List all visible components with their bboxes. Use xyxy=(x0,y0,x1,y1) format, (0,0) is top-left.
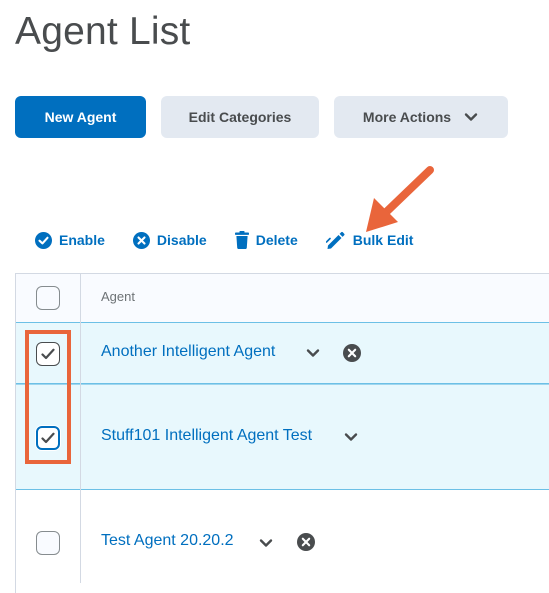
row-checkbox[interactable] xyxy=(36,531,60,555)
column-header-agent: Agent xyxy=(101,289,135,304)
chevron-down-icon xyxy=(464,113,478,121)
edit-categories-button[interactable]: Edit Categories xyxy=(161,96,319,138)
delete-label: Delete xyxy=(255,232,298,248)
check-icon xyxy=(41,348,55,360)
new-agent-button[interactable]: New Agent xyxy=(15,96,146,138)
table-row xyxy=(16,322,549,384)
page-title: Agent List xyxy=(15,10,191,53)
disable-action[interactable]: Disable xyxy=(132,231,207,249)
chevron-down-icon[interactable] xyxy=(258,535,274,551)
select-all-checkbox[interactable] xyxy=(36,286,60,310)
agent-link[interactable]: Another Intelligent Agent xyxy=(101,343,275,361)
check-icon xyxy=(41,432,55,444)
enable-action[interactable]: Enable xyxy=(35,231,105,249)
bulk-edit-action[interactable]: Bulk Edit xyxy=(325,231,414,249)
table-column-divider xyxy=(80,273,81,583)
chevron-down-icon[interactable] xyxy=(305,345,321,361)
check-circle-icon xyxy=(35,231,52,249)
agent-link[interactable]: Test Agent 20.20.2 xyxy=(101,532,234,550)
annotation-arrow xyxy=(366,166,434,232)
more-actions-button[interactable]: More Actions xyxy=(334,96,508,138)
x-circle-icon[interactable] xyxy=(297,533,315,551)
table-row xyxy=(16,491,549,578)
enable-label: Enable xyxy=(59,232,105,248)
chevron-down-icon[interactable] xyxy=(343,429,359,445)
agent-link[interactable]: Stuff101 Intelligent Agent Test xyxy=(101,427,312,445)
bulk-edit-label: Bulk Edit xyxy=(352,232,414,248)
trash-icon xyxy=(234,231,249,249)
pencil-edit-icon xyxy=(325,231,345,249)
row-checkbox[interactable] xyxy=(36,426,60,450)
disable-label: Disable xyxy=(156,232,207,248)
bulk-actions-bar: Enable Disable Delete Bulk Edit xyxy=(35,229,441,251)
delete-action[interactable]: Delete xyxy=(234,231,298,249)
x-circle-icon[interactable] xyxy=(343,344,361,362)
more-actions-label: More Actions xyxy=(362,109,452,125)
table-header xyxy=(16,274,549,322)
row-checkbox[interactable] xyxy=(36,342,60,366)
x-circle-icon xyxy=(132,231,150,249)
